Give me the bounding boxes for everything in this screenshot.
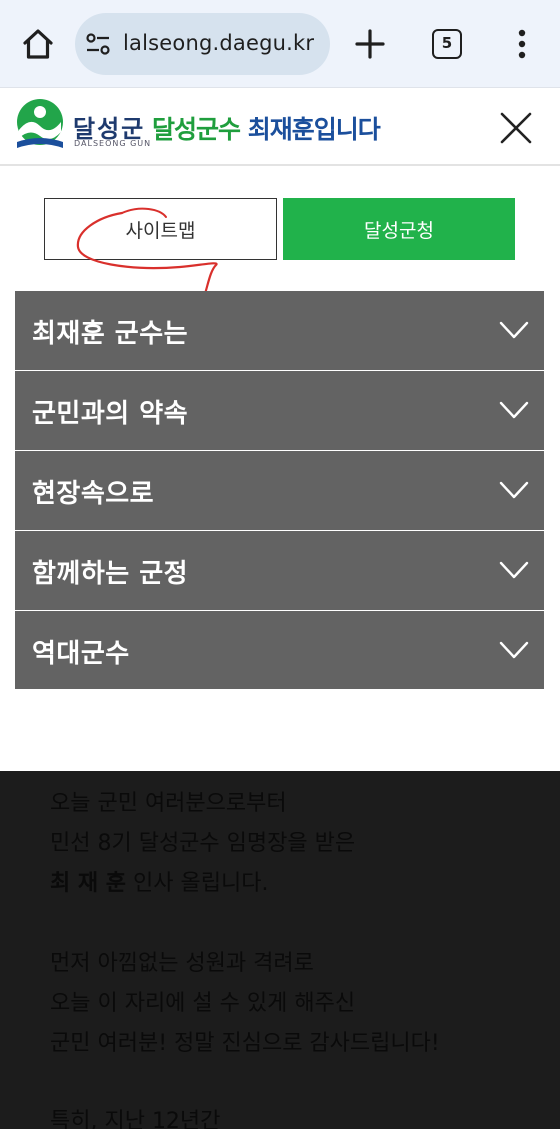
menu-item-label: 최재훈 군수는	[32, 319, 189, 349]
chevron-down-icon[interactable]	[499, 639, 529, 661]
slogan-green: 달성군수	[152, 115, 241, 144]
greeting-line: 먼저 아낌없는 성원과 격려로	[50, 951, 314, 976]
sitemap-tab-button[interactable]: 사이트맵	[44, 198, 277, 260]
menu-item-label: 함께하는 군정	[32, 559, 189, 589]
greeting-line: 특히, 지난 12년간	[50, 1109, 221, 1129]
menu-item-label: 군민과의 약속	[32, 399, 189, 429]
main-menu-list: 최재훈 군수는 군민과의 약속 현장속으로 함께하는 군정 역대군수	[15, 291, 544, 690]
greeting-text: 인사 올립니다.	[133, 871, 269, 896]
dalseong-logo[interactable]	[14, 98, 66, 152]
menu-item-label: 현장속으로	[32, 479, 155, 509]
chevron-down-icon[interactable]	[499, 399, 529, 421]
chevron-down-icon[interactable]	[499, 319, 529, 341]
menu-item-administration[interactable]: 함께하는 군정	[15, 531, 544, 611]
greeting-line: 민선 8기 달성군수 임명장을 받은	[50, 831, 356, 856]
menu-item-governor[interactable]: 최재훈 군수는	[15, 291, 544, 371]
menu-item-field[interactable]: 현장속으로	[15, 451, 544, 531]
greeting-line: 군민 여러분! 정말 진심으로 감사드립니다!	[50, 1031, 440, 1056]
governor-name: 최 재 훈	[50, 871, 127, 896]
site-slogan: 달성군수 최재훈입니다	[152, 110, 381, 146]
county-office-tab-button[interactable]: 달성군청	[283, 198, 515, 260]
dimmed-page-overlay[interactable]: 오늘 군민 여러분으로부터 민선 8기 달성군수 임명장을 받은 최 재 훈 인…	[0, 771, 560, 1129]
browser-toolbar: lalseong.daegu.kr 5	[0, 0, 560, 88]
slogan-blue: 최재훈입니다	[247, 115, 381, 144]
address-bar[interactable]: lalseong.daegu.kr	[75, 13, 330, 75]
menu-item-promises[interactable]: 군민과의 약속	[15, 371, 544, 451]
tab-switcher-icon[interactable]: 5	[432, 29, 462, 59]
greeting-line: 오늘 군민 여러분으로부터	[50, 791, 287, 816]
url-text[interactable]: lalseong.daegu.kr	[123, 31, 314, 55]
close-icon[interactable]	[496, 108, 536, 148]
menu-item-label: 역대군수	[32, 639, 130, 669]
new-tab-icon[interactable]	[352, 26, 388, 62]
home-icon[interactable]	[18, 24, 58, 64]
greeting-line: 오늘 이 자리에 설 수 있게 해주신	[50, 991, 356, 1016]
chevron-down-icon[interactable]	[499, 559, 529, 581]
chevron-down-icon[interactable]	[499, 479, 529, 501]
greeting-line: 최 재 훈 인사 올립니다.	[50, 865, 268, 897]
site-info-icon[interactable]	[85, 32, 111, 56]
site-header: 달성군 DALSEONG GUN 달성군수 최재훈입니다	[0, 89, 560, 166]
logo-english-name: DALSEONG GUN	[74, 139, 152, 148]
menu-item-past-governors[interactable]: 역대군수	[15, 611, 544, 690]
more-menu-icon[interactable]	[510, 26, 534, 62]
